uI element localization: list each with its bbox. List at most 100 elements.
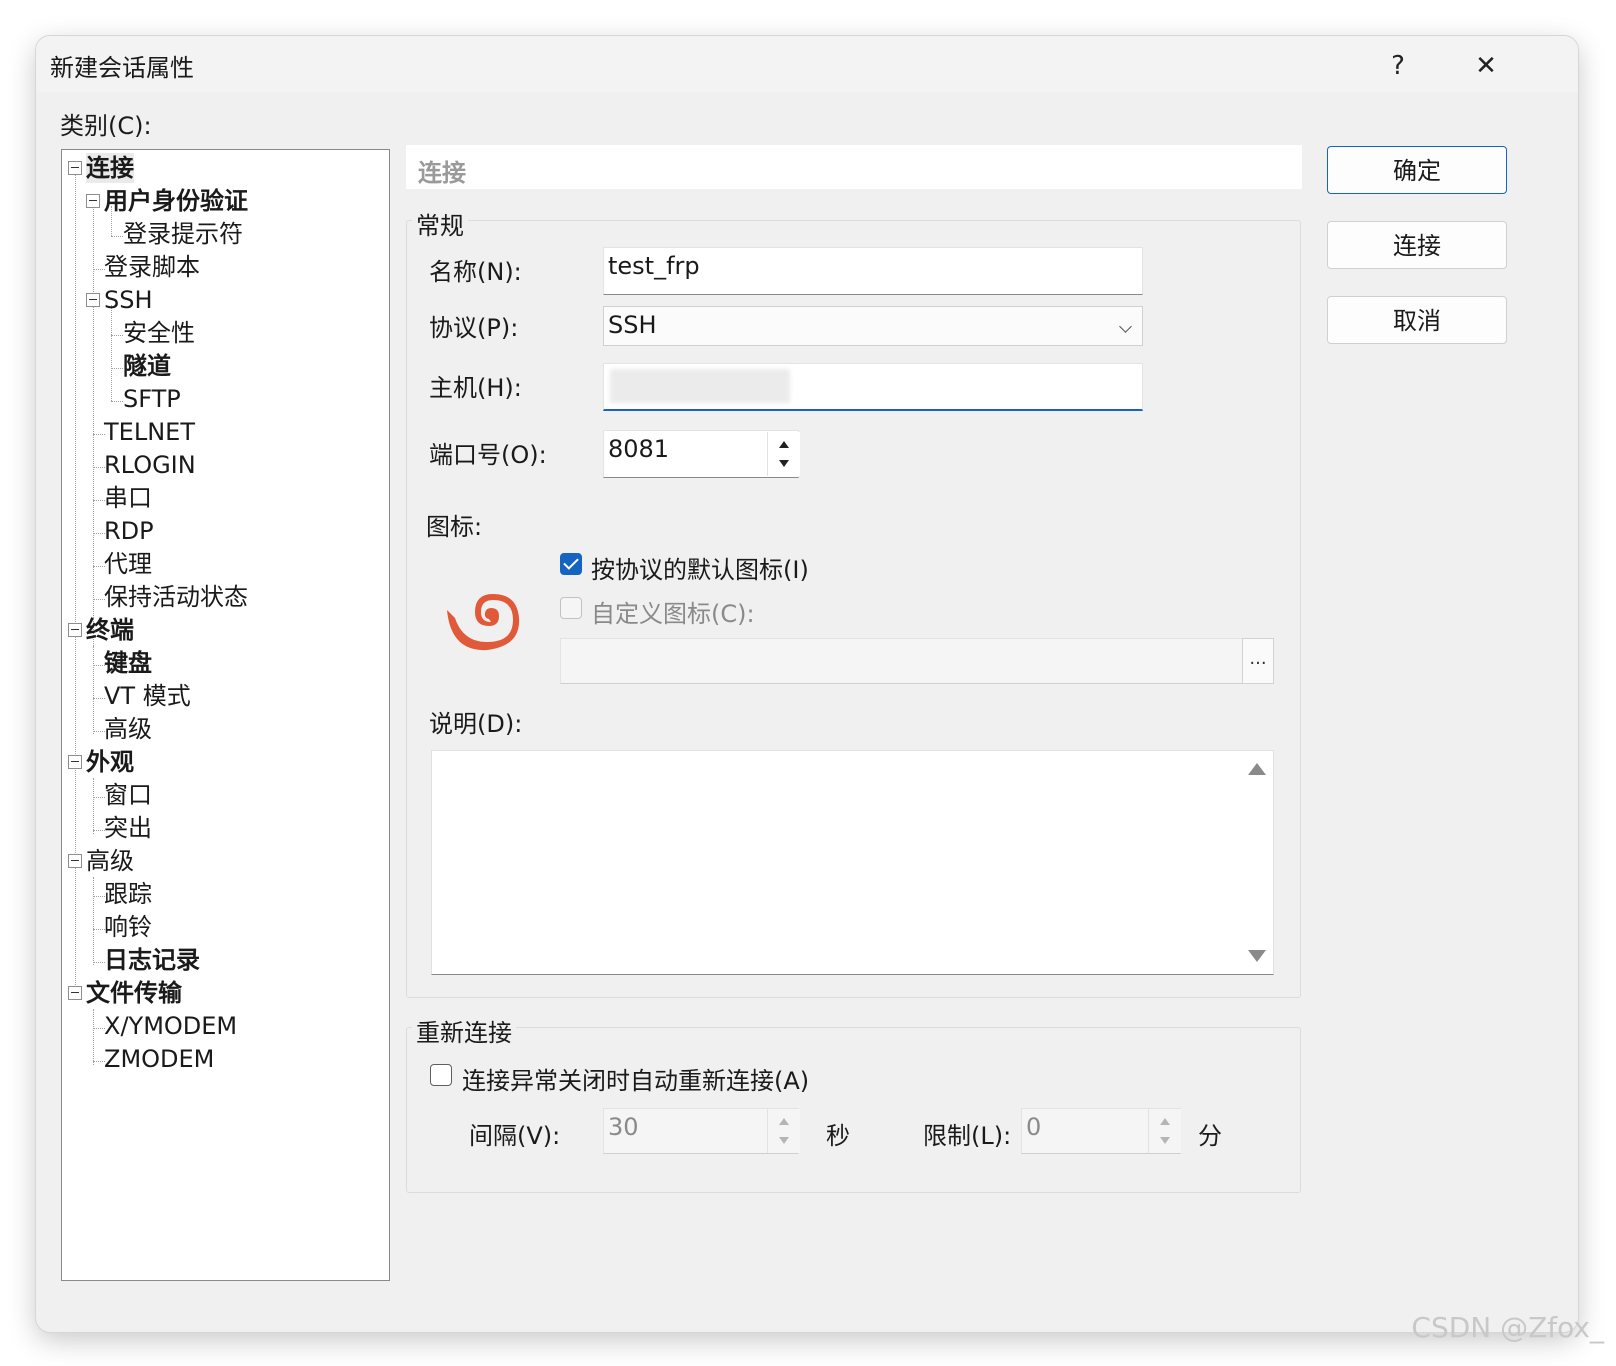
protocol-label: 协议(P): bbox=[429, 314, 519, 342]
ok-button[interactable]: 确定 bbox=[1327, 146, 1507, 194]
interval-label: 间隔(V): bbox=[469, 1122, 561, 1150]
help-button[interactable]: ? bbox=[1368, 42, 1428, 90]
tree-item-login-prompts[interactable]: 登录提示符 bbox=[123, 219, 243, 249]
dialog-title: 新建会话属性 bbox=[50, 54, 194, 82]
tree-item-login-script[interactable]: 登录脚本 bbox=[104, 252, 200, 282]
tree-item-window[interactable]: 窗口 bbox=[104, 780, 152, 810]
tree-line bbox=[93, 1009, 94, 1065]
reconnect-group-title: 重新连接 bbox=[412, 1013, 516, 1048]
tree-line bbox=[75, 766, 76, 865]
name-label: 名称(N): bbox=[429, 258, 522, 286]
tree-item-trace[interactable]: 跟踪 bbox=[104, 879, 152, 909]
spin-down-icon[interactable] bbox=[1160, 1137, 1170, 1144]
port-spinner[interactable] bbox=[767, 432, 800, 476]
scroll-up-icon[interactable] bbox=[1248, 763, 1266, 775]
tree-item-tunneling[interactable]: 隧道 bbox=[123, 351, 171, 381]
collapse-icon[interactable] bbox=[68, 986, 82, 1000]
tree-item-terminal[interactable]: 终端 bbox=[86, 615, 134, 645]
spin-up-icon[interactable] bbox=[1160, 1118, 1170, 1125]
default-icon-checkbox[interactable] bbox=[560, 553, 582, 575]
limit-spinner[interactable] bbox=[1148, 1109, 1181, 1153]
tree-item-telnet[interactable]: TELNET bbox=[104, 417, 195, 447]
port-label: 端口号(O): bbox=[429, 441, 547, 469]
collapse-icon[interactable] bbox=[68, 161, 82, 175]
tree-item-terminal-advanced[interactable]: 高级 bbox=[104, 714, 152, 744]
description-scrollbar[interactable] bbox=[1241, 751, 1273, 974]
interval-spinner[interactable] bbox=[767, 1109, 800, 1153]
description-textarea[interactable] bbox=[431, 750, 1274, 975]
tree-line bbox=[93, 646, 94, 734]
tree-item-xymodem[interactable]: X/YMODEM bbox=[104, 1011, 237, 1041]
spin-down-icon[interactable] bbox=[779, 1137, 789, 1144]
tree-line bbox=[111, 305, 112, 401]
protocol-select[interactable]: SSH bbox=[603, 306, 1143, 346]
protocol-value: SSH bbox=[608, 311, 657, 339]
tree-item-rlogin[interactable]: RLOGIN bbox=[104, 450, 196, 480]
tree-line bbox=[93, 877, 94, 965]
section-header-title: 连接 bbox=[418, 159, 466, 187]
spin-up-icon[interactable] bbox=[779, 441, 789, 448]
description-label: 说明(D): bbox=[429, 710, 523, 738]
session-properties-dialog: 新建会话属性 ? ✕ 类别(C): 连接 用户身份验证 登录提示符 登录脚本 S… bbox=[36, 36, 1578, 1332]
tree-item-user-auth[interactable]: 用户身份验证 bbox=[104, 186, 248, 216]
auto-reconnect-checkbox[interactable] bbox=[430, 1064, 452, 1086]
tree-line bbox=[111, 236, 123, 237]
category-label: 类别(C): bbox=[60, 112, 152, 140]
tree-item-file-transfer[interactable]: 文件传输 bbox=[86, 978, 182, 1008]
spin-down-icon[interactable] bbox=[779, 460, 789, 467]
watermark: CSDN @Zfox_ bbox=[1411, 1311, 1604, 1344]
general-group-title: 常规 bbox=[412, 206, 468, 241]
auto-reconnect-label: 连接异常关闭时自动重新连接(A) bbox=[462, 1067, 810, 1095]
tree-item-sftp[interactable]: SFTP bbox=[123, 384, 181, 414]
collapse-icon[interactable] bbox=[68, 755, 82, 769]
tree-item-logging[interactable]: 日志记录 bbox=[104, 945, 200, 975]
icon-label: 图标: bbox=[426, 513, 483, 541]
title-bar: 新建会话属性 ? ✕ bbox=[36, 36, 1578, 92]
category-tree[interactable]: 连接 用户身份验证 登录提示符 登录脚本 SSH 安全性 隧道 SFTP TEL… bbox=[61, 149, 390, 1281]
tree-item-vt-modes[interactable]: VT 模式 bbox=[104, 681, 191, 711]
tree-item-keyboard[interactable]: 键盘 bbox=[104, 648, 152, 678]
tree-line bbox=[75, 172, 76, 634]
tree-item-proxy[interactable]: 代理 bbox=[104, 549, 152, 579]
collapse-icon[interactable] bbox=[86, 293, 100, 307]
close-button[interactable]: ✕ bbox=[1456, 42, 1516, 90]
connect-button[interactable]: 连接 bbox=[1327, 221, 1507, 269]
tree-item-serial[interactable]: 串口 bbox=[104, 483, 152, 513]
spin-up-icon[interactable] bbox=[779, 1118, 789, 1125]
tree-line bbox=[93, 778, 94, 834]
tree-line bbox=[111, 335, 123, 336]
section-header: 连接 bbox=[406, 145, 1302, 189]
tree-line bbox=[75, 865, 76, 997]
browse-button[interactable]: ... bbox=[1242, 638, 1274, 684]
tree-item-highlight[interactable]: 突出 bbox=[104, 813, 152, 843]
tree-item-zmodem[interactable]: ZMODEM bbox=[104, 1044, 214, 1074]
session-icon bbox=[447, 594, 520, 651]
tree-item-rdp[interactable]: RDP bbox=[104, 516, 154, 546]
collapse-icon[interactable] bbox=[68, 623, 82, 637]
tree-item-security[interactable]: 安全性 bbox=[123, 318, 195, 348]
interval-unit: 秒 bbox=[826, 1122, 850, 1150]
tree-line bbox=[75, 634, 76, 766]
host-redaction bbox=[610, 369, 790, 403]
tree-item-appearance[interactable]: 外观 bbox=[86, 747, 134, 777]
custom-icon-checkbox[interactable] bbox=[560, 597, 582, 619]
custom-icon-path[interactable] bbox=[560, 638, 1244, 684]
tree-item-keep-alive[interactable]: 保持活动状态 bbox=[104, 582, 248, 612]
custom-icon-label: 自定义图标(C): bbox=[591, 600, 755, 628]
default-icon-label: 按协议的默认图标(I) bbox=[591, 556, 809, 584]
tree-line bbox=[93, 206, 94, 652]
tree-line bbox=[111, 368, 123, 369]
cancel-button[interactable]: 取消 bbox=[1327, 296, 1507, 344]
collapse-icon[interactable] bbox=[68, 854, 82, 868]
scroll-down-icon[interactable] bbox=[1248, 950, 1266, 962]
chevron-down-icon bbox=[1119, 320, 1132, 333]
tree-item-bell[interactable]: 响铃 bbox=[104, 912, 152, 942]
collapse-icon[interactable] bbox=[86, 194, 100, 208]
tree-item-advanced[interactable]: 高级 bbox=[86, 846, 134, 876]
tree-item-connection[interactable]: 连接 bbox=[86, 153, 134, 183]
name-input[interactable]: test_frp bbox=[603, 247, 1143, 295]
limit-unit: 分 bbox=[1198, 1122, 1222, 1150]
host-label: 主机(H): bbox=[429, 374, 522, 402]
tree-item-ssh[interactable]: SSH bbox=[104, 285, 153, 315]
tree-line bbox=[111, 401, 123, 402]
